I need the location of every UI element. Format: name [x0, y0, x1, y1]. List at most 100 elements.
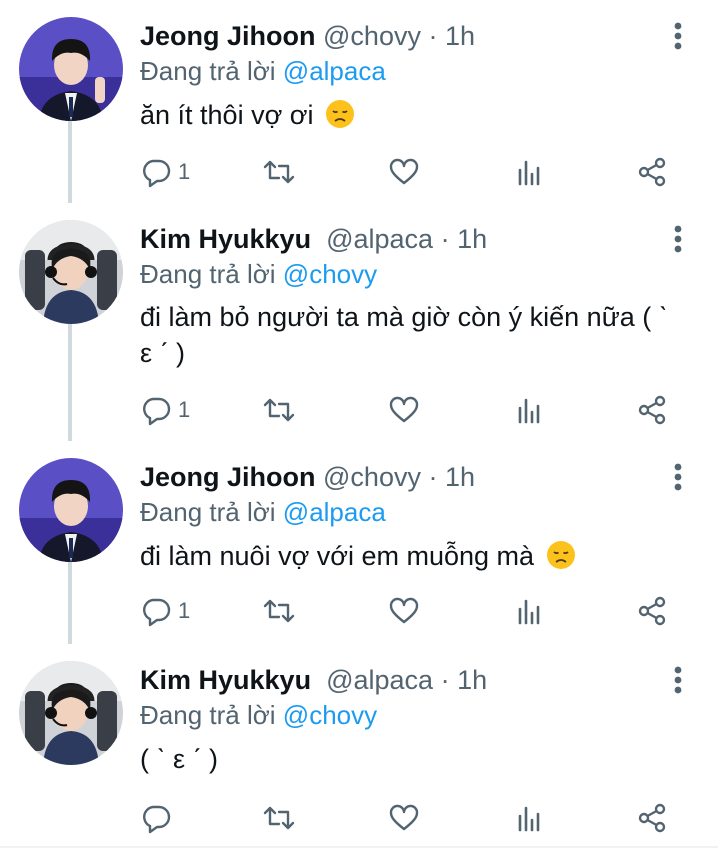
- tweet-actions: [140, 798, 680, 838]
- more-options-icon[interactable]: [668, 20, 688, 52]
- avatar-alpaca[interactable]: [19, 220, 123, 324]
- mention-link[interactable]: @chovy: [283, 700, 377, 730]
- tweet[interactable]: Jeong Jihoon @chovy · 1h Đang trả lời @a…: [0, 0, 718, 203]
- tweet[interactable]: Kim Hyukkyu @alpaca · 1h Đang trả lời @c…: [0, 203, 718, 441]
- tweet-actions: 1: [140, 390, 680, 430]
- display-name[interactable]: Kim Hyukkyu: [140, 665, 311, 695]
- retweet-icon: [263, 599, 295, 623]
- like-button[interactable]: [388, 152, 420, 192]
- replying-to-label: Đang trả lời: [140, 56, 276, 86]
- heart-icon: [389, 396, 419, 423]
- analytics-icon: [518, 160, 540, 186]
- tweet-header: Jeong Jihoon @chovy · 1h: [140, 20, 475, 52]
- reply-button[interactable]: 1: [140, 591, 190, 631]
- timestamp[interactable]: 1h: [445, 21, 475, 51]
- replying-to-label: Đang trả lời: [140, 259, 276, 289]
- disappointed-face-icon: [546, 541, 575, 569]
- heart-icon: [389, 804, 419, 831]
- tweet-text: ( ˋ ε ˊ ): [140, 740, 680, 778]
- tweet-text: ăn ít thôi vợ ơi: [140, 96, 680, 134]
- tweet-actions: 1: [140, 152, 680, 192]
- display-name[interactable]: Kim Hyukkyu: [140, 224, 311, 254]
- retweet-button[interactable]: [262, 152, 296, 192]
- more-options-icon[interactable]: [668, 664, 688, 696]
- reply-icon: [143, 598, 171, 627]
- analytics-icon: [518, 599, 540, 625]
- like-button[interactable]: [388, 798, 420, 838]
- share-icon: [638, 596, 666, 626]
- timestamp[interactable]: 1h: [445, 462, 475, 492]
- share-button[interactable]: [636, 152, 668, 192]
- analytics-button[interactable]: [514, 152, 546, 192]
- handle[interactable]: @chovy: [323, 21, 421, 51]
- reply-button[interactable]: 1: [140, 152, 190, 192]
- handle[interactable]: @alpaca: [326, 224, 433, 254]
- tweet[interactable]: Kim Hyukkyu @alpaca · 1h Đang trả lời @c…: [0, 644, 718, 850]
- display-name[interactable]: Jeong Jihoon: [140, 21, 316, 51]
- tweet-header: Kim Hyukkyu @alpaca · 1h: [140, 664, 487, 696]
- replying-to: Đang trả lời @alpaca: [140, 55, 386, 87]
- separator-dot: ·: [440, 224, 450, 254]
- thread-connector-line: [68, 562, 72, 644]
- like-button[interactable]: [388, 390, 420, 430]
- tweet-text-content: ăn ít thôi vợ ơi: [140, 100, 314, 130]
- reply-button[interactable]: 1: [140, 390, 190, 430]
- tweet-actions: 1: [140, 591, 680, 631]
- heart-icon: [389, 158, 419, 185]
- divider: [0, 846, 718, 848]
- tweet-thread: Jeong Jihoon @chovy · 1h Đang trả lời @a…: [0, 0, 718, 850]
- replying-to: Đang trả lời @chovy: [140, 258, 377, 290]
- analytics-button[interactable]: [514, 390, 546, 430]
- tweet-header: Jeong Jihoon @chovy · 1h: [140, 461, 475, 493]
- handle[interactable]: @chovy: [323, 462, 421, 492]
- avatar-chovy[interactable]: [19, 17, 123, 121]
- share-icon: [638, 803, 666, 833]
- retweet-button[interactable]: [262, 798, 296, 838]
- separator-dot: ·: [428, 21, 438, 51]
- more-options-icon[interactable]: [668, 223, 688, 255]
- reply-count: 1: [178, 159, 191, 184]
- share-button[interactable]: [636, 591, 668, 631]
- thread-connector-line: [68, 324, 72, 441]
- tweet-text: đi làm nuôi vợ với em muỗng mà: [140, 537, 680, 575]
- replying-to: Đang trả lời @chovy: [140, 699, 377, 731]
- separator-dot: ·: [428, 462, 438, 492]
- like-button[interactable]: [388, 591, 420, 631]
- retweet-button[interactable]: [262, 390, 296, 430]
- avatar-alpaca[interactable]: [19, 661, 123, 765]
- timestamp[interactable]: 1h: [457, 224, 487, 254]
- reply-icon: [143, 159, 171, 188]
- analytics-button[interactable]: [514, 798, 546, 838]
- handle[interactable]: @alpaca: [326, 665, 433, 695]
- tweet-text-content: đi làm nuôi vợ với em muỗng mà: [140, 541, 535, 571]
- timestamp[interactable]: 1h: [457, 665, 487, 695]
- share-icon: [638, 157, 666, 187]
- avatar-chovy[interactable]: [19, 458, 123, 562]
- mention-link[interactable]: @alpaca: [283, 56, 386, 86]
- replying-to: Đang trả lời @alpaca: [140, 496, 386, 528]
- separator-dot: ·: [440, 665, 450, 695]
- reply-count: 1: [178, 397, 191, 422]
- share-button[interactable]: [636, 798, 668, 838]
- reply-icon: [143, 805, 171, 834]
- reply-icon: [143, 397, 171, 426]
- mention-link[interactable]: @alpaca: [283, 497, 386, 527]
- retweet-icon: [263, 160, 295, 184]
- display-name[interactable]: Jeong Jihoon: [140, 462, 316, 492]
- thread-connector-line: [68, 121, 72, 203]
- reply-button[interactable]: [140, 798, 172, 838]
- tweet[interactable]: Jeong Jihoon @chovy · 1h Đang trả lời @a…: [0, 441, 718, 644]
- share-icon: [638, 395, 666, 425]
- share-button[interactable]: [636, 390, 668, 430]
- mention-link[interactable]: @chovy: [283, 259, 377, 289]
- reply-count: 1: [178, 598, 191, 623]
- analytics-icon: [518, 806, 540, 832]
- more-options-icon[interactable]: [668, 461, 688, 493]
- tweet-text-content: ( ˋ ε ˊ ): [140, 744, 219, 774]
- tweet-header: Kim Hyukkyu @alpaca · 1h: [140, 223, 487, 255]
- retweet-icon: [263, 398, 295, 422]
- retweet-button[interactable]: [262, 591, 296, 631]
- analytics-button[interactable]: [514, 591, 546, 631]
- analytics-icon: [518, 398, 540, 424]
- tweet-text-content: đi làm bỏ người ta mà giờ còn ý kiến nữa…: [140, 302, 668, 368]
